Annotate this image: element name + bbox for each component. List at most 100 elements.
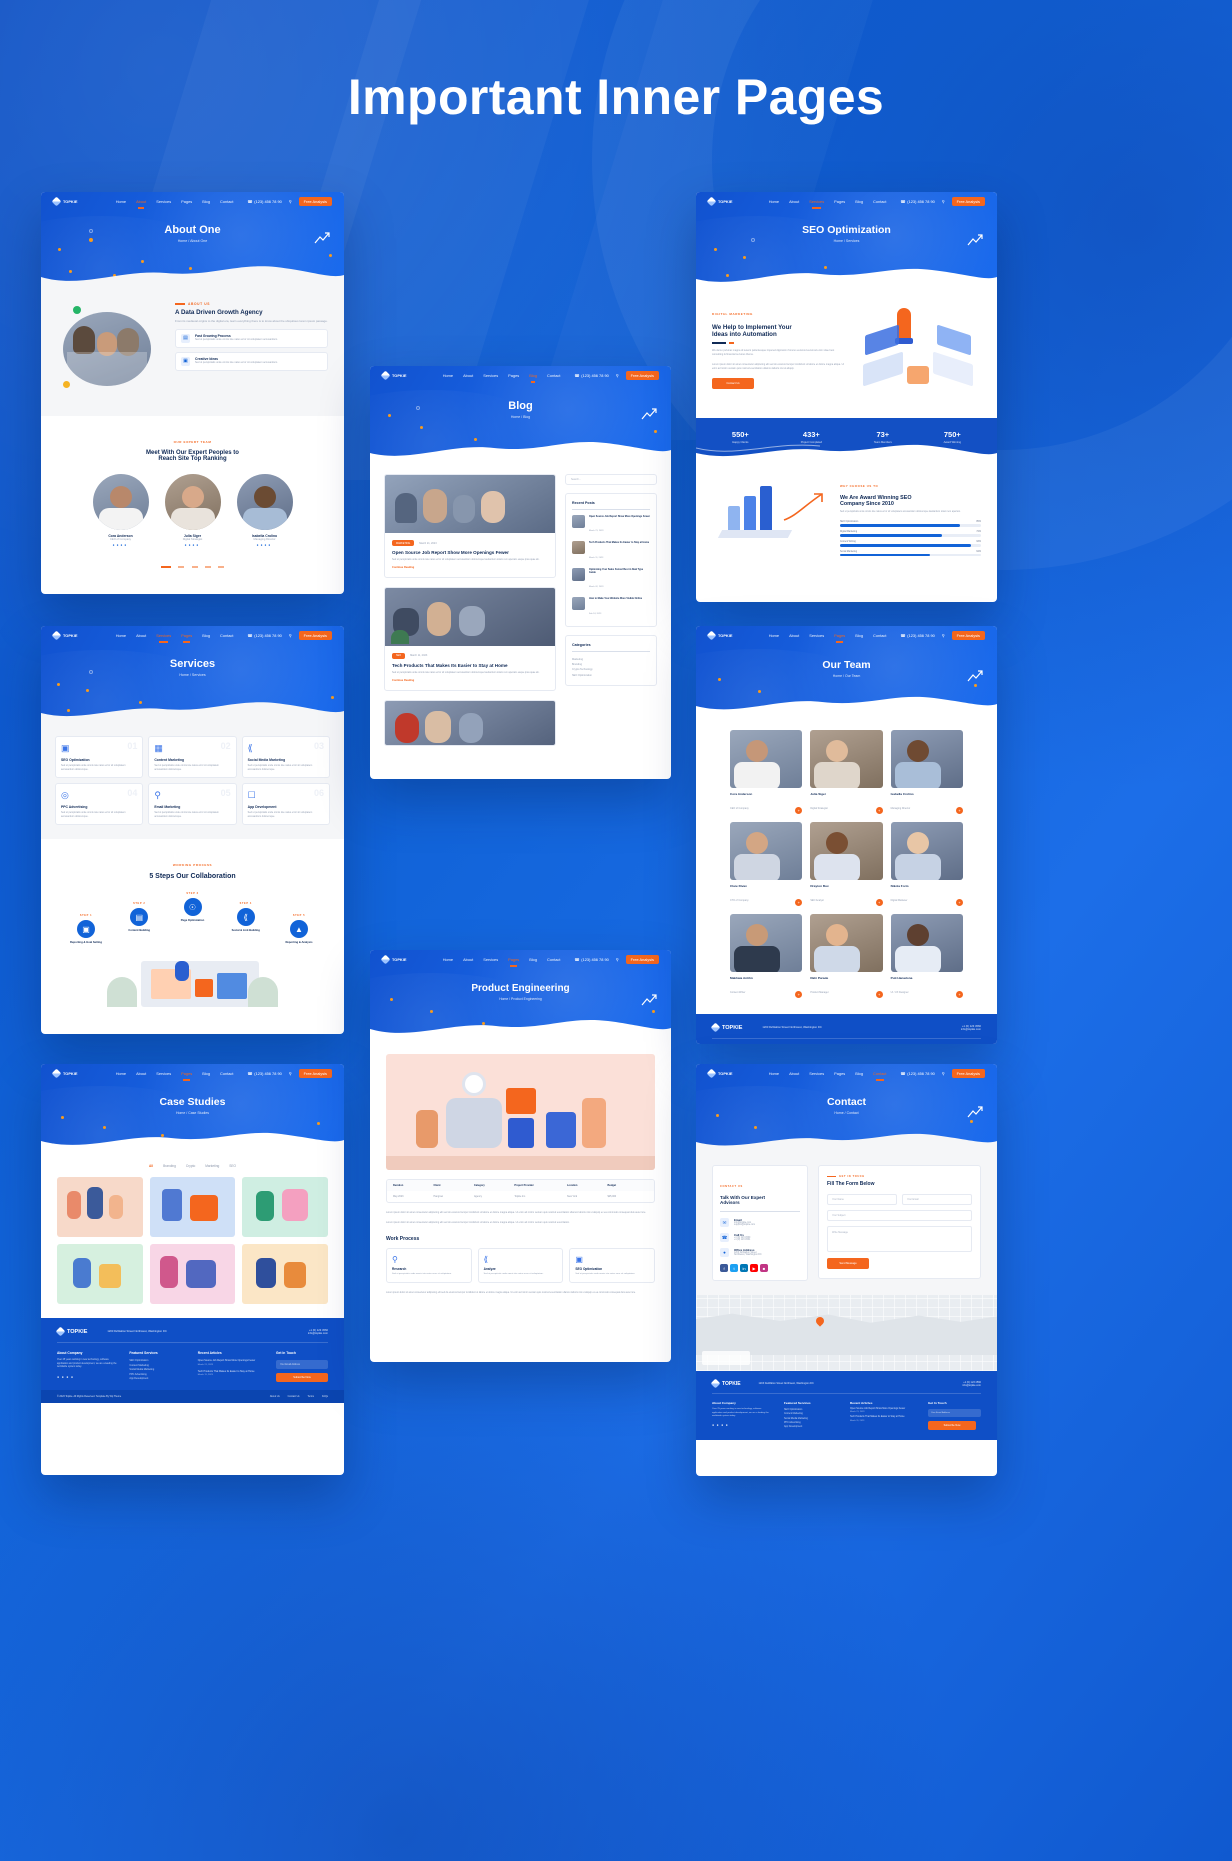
free-analysis-button[interactable]: Free Analysis (625, 370, 659, 380)
newsletter-input[interactable]: Your Email Address (928, 1409, 981, 1417)
work-step[interactable]: ⟪ Analyze Sed ut perspiciatis unde omnis… (477, 1247, 564, 1284)
mockup-about-one[interactable]: TOPKIE Home About Services Pages Blog Co… (41, 192, 344, 594)
instagram-icon[interactable]: ■ (760, 1264, 768, 1272)
nav-link-home[interactable]: Home (116, 199, 126, 204)
navbar[interactable]: TOPKIE Home About Services Pages Blog Co… (41, 626, 344, 644)
nav-link-about[interactable]: About (136, 199, 146, 209)
navbar[interactable]: TOPKIE Home About Services Pages Blog Co… (370, 950, 671, 968)
nav-right[interactable]: ☎ (123) 456 78 90 ⚲ Free Analysis (247, 1068, 332, 1078)
portfolio-item[interactable] (149, 1177, 236, 1237)
nav-links[interactable]: Home About Services Pages Blog Contact (769, 1071, 886, 1081)
filter-crypto[interactable]: Crypto (186, 1164, 195, 1168)
youtube-icon[interactable]: ▶ (750, 1264, 758, 1272)
service-card[interactable]: 01 ▣ SEO Optimization Sed ut perspiciati… (55, 736, 144, 779)
post-title[interactable]: Open Source Job Report Show More Opening… (392, 550, 548, 555)
footer-bottom-links[interactable]: About Us Contact Us Terms FAQs (270, 1395, 328, 1398)
navbar[interactable]: TOPKIE Home About Services Pages Blog Co… (696, 626, 997, 644)
message-textarea[interactable]: Write Message (827, 1226, 972, 1252)
nav-link-pages[interactable]: Pages (508, 373, 519, 378)
nav-link-blog[interactable]: Blog (855, 199, 863, 204)
filter-all[interactable]: All (149, 1164, 153, 1168)
search-icon[interactable]: ⚲ (942, 633, 945, 638)
service-card[interactable]: 03 ⟪ Social Media Marketing Sed ut persp… (241, 736, 330, 779)
social-links[interactable]: f t in ▶ ■ (720, 1264, 800, 1272)
nav-link-about[interactable]: About (463, 373, 473, 378)
team-member-card[interactable]: Puti Hanadona UI / UX Designer + (890, 914, 963, 998)
brand-logo[interactable]: TOPKIE (706, 196, 732, 206)
plus-icon[interactable]: + (875, 807, 883, 814)
team-member-card[interactable]: Isabella Crolino Managing Director + (890, 730, 963, 814)
filter-seo[interactable]: SEO (229, 1164, 236, 1168)
work-step[interactable]: ⚲ Research Sed ut perspiciatis unde omni… (386, 1247, 472, 1284)
recent-post-item[interactable]: Optimizing Your Sales Funnel Best in Rea… (572, 567, 650, 593)
social-icons[interactable]: ●●●● (234, 543, 296, 547)
footer-email[interactable]: info@topkie.com (961, 1028, 981, 1031)
footer-brand[interactable]: TOPKIE (710, 1378, 741, 1389)
footer-email[interactable]: info@topkie.com (308, 1332, 328, 1335)
about-feature-2[interactable]: ▣ Creative Ideas Sed ut perspiciatis und… (175, 351, 328, 371)
nav-link-home[interactable]: Home (116, 633, 126, 638)
team-member[interactable]: Cora Anderson CEO of Company ●●●● (90, 474, 152, 547)
team-member[interactable]: Julia Siger Digital Strategist ●●●● (162, 474, 224, 547)
work-step[interactable]: ▣ SEO Optimization Sed ut perspiciatis u… (569, 1247, 655, 1284)
nav-link-pages[interactable]: Pages (834, 1071, 845, 1076)
nav-link-services[interactable]: Services (809, 1071, 824, 1076)
nav-link-contact[interactable]: Contact (873, 633, 886, 638)
nav-phone[interactable]: ☎ (123) 456 78 90 (900, 199, 934, 204)
nav-link-services[interactable]: Services (156, 1071, 171, 1076)
team-member-card[interactable]: Julia Siger Digital Strategist + (810, 730, 883, 814)
footer-link[interactable]: App Development (129, 1377, 185, 1382)
free-analysis-button[interactable]: Free Analysis (951, 1068, 985, 1078)
portfolio-item[interactable] (242, 1177, 328, 1237)
navbar[interactable]: TOPKIE Home About Services Pages Blog Co… (696, 1064, 997, 1082)
portfolio-item[interactable] (57, 1177, 143, 1237)
contact-info-item[interactable]: ● Office Address 1203 DeWalton Street No… (720, 1248, 800, 1257)
nav-phone[interactable]: ☎ (123) 456 78 90 (900, 1071, 934, 1076)
subject-input[interactable]: Your Subject (827, 1210, 972, 1221)
footer-brand[interactable]: TOPKIE (710, 1022, 742, 1033)
nav-link-home[interactable]: Home (769, 633, 779, 638)
team-member[interactable]: Isabella Crolino Managing Director ●●●● (234, 474, 296, 547)
nav-link-services[interactable]: Services (809, 633, 824, 638)
nav-right[interactable]: ☎ (123) 456 78 90 ⚲ Free Analysis (900, 1068, 985, 1078)
filter-branding[interactable]: Branding (163, 1164, 176, 1168)
nav-link-pages[interactable]: Pages (834, 633, 845, 643)
team-member-card[interactable]: Makhaia Antihn Content Writer + (730, 914, 803, 998)
step-item[interactable]: STEP 3 ☉ Page Optimization (170, 892, 216, 923)
search-icon[interactable]: ⚲ (616, 957, 619, 962)
nav-links[interactable]: Home About Services Pages Blog Contact (116, 633, 233, 643)
nav-link-about[interactable]: About (789, 633, 799, 638)
nav-links[interactable]: Home About Services Pages Blog Contact (769, 633, 886, 643)
filter-marketing[interactable]: Marketing (205, 1164, 219, 1168)
service-card[interactable]: 04 ◎ PPC Advertising Sed ut perspiciatis… (55, 783, 144, 826)
nav-links[interactable]: Home About Services Pages Blog Contact (116, 199, 233, 209)
recent-post-title[interactable]: Open Source Job Report Show More Opening… (589, 515, 650, 518)
portfolio-item[interactable] (57, 1244, 143, 1304)
service-card[interactable]: 05 ⚲ Email Marketing Sed ut perspiciatis… (148, 783, 237, 826)
map[interactable] (696, 1295, 997, 1371)
mockup-our-team[interactable]: TOPKIE Home About Services Pages Blog Co… (696, 626, 997, 1044)
twitter-icon[interactable]: t (730, 1264, 738, 1272)
search-input[interactable]: Search... (565, 474, 657, 485)
search-icon[interactable]: ⚲ (289, 199, 292, 204)
nav-phone[interactable]: ☎ (123) 456 78 90 (574, 957, 608, 962)
nav-link-contact[interactable]: Contact (547, 957, 560, 962)
plus-icon[interactable]: + (795, 807, 803, 814)
search-icon[interactable]: ⚲ (616, 373, 619, 378)
post-read-more[interactable]: Continue Reading (392, 566, 548, 569)
mockup-contact[interactable]: TOPKIE Home About Services Pages Blog Co… (696, 1064, 997, 1476)
team-member-card[interactable]: Clare Divax CTO of Company + (730, 822, 803, 906)
free-analysis-button[interactable]: Free Analysis (951, 630, 985, 640)
navbar[interactable]: TOPKIE Home About Services Pages Blog Co… (696, 192, 997, 210)
brand-logo[interactable]: TOPKIE (51, 196, 77, 206)
nav-right[interactable]: ☎ (123) 456 78 90 ⚲ Free Analysis (574, 954, 659, 964)
mockup-services[interactable]: TOPKIE Home About Services Pages Blog Co… (41, 626, 344, 1034)
plus-icon[interactable]: + (795, 899, 803, 906)
nav-link-about[interactable]: About (789, 199, 799, 204)
free-analysis-button[interactable]: Free Analysis (298, 196, 332, 206)
search-icon[interactable]: ⚲ (942, 1071, 945, 1076)
footer-article-title[interactable]: Tech Products That Makes Its Easier to S… (198, 1370, 264, 1374)
navbar[interactable]: TOPKIE Home About Services Pages Blog Co… (41, 1064, 344, 1082)
facebook-icon[interactable]: f (720, 1264, 728, 1272)
portfolio-filters[interactable]: All Branding Crypto Marketing SEO (57, 1164, 328, 1168)
